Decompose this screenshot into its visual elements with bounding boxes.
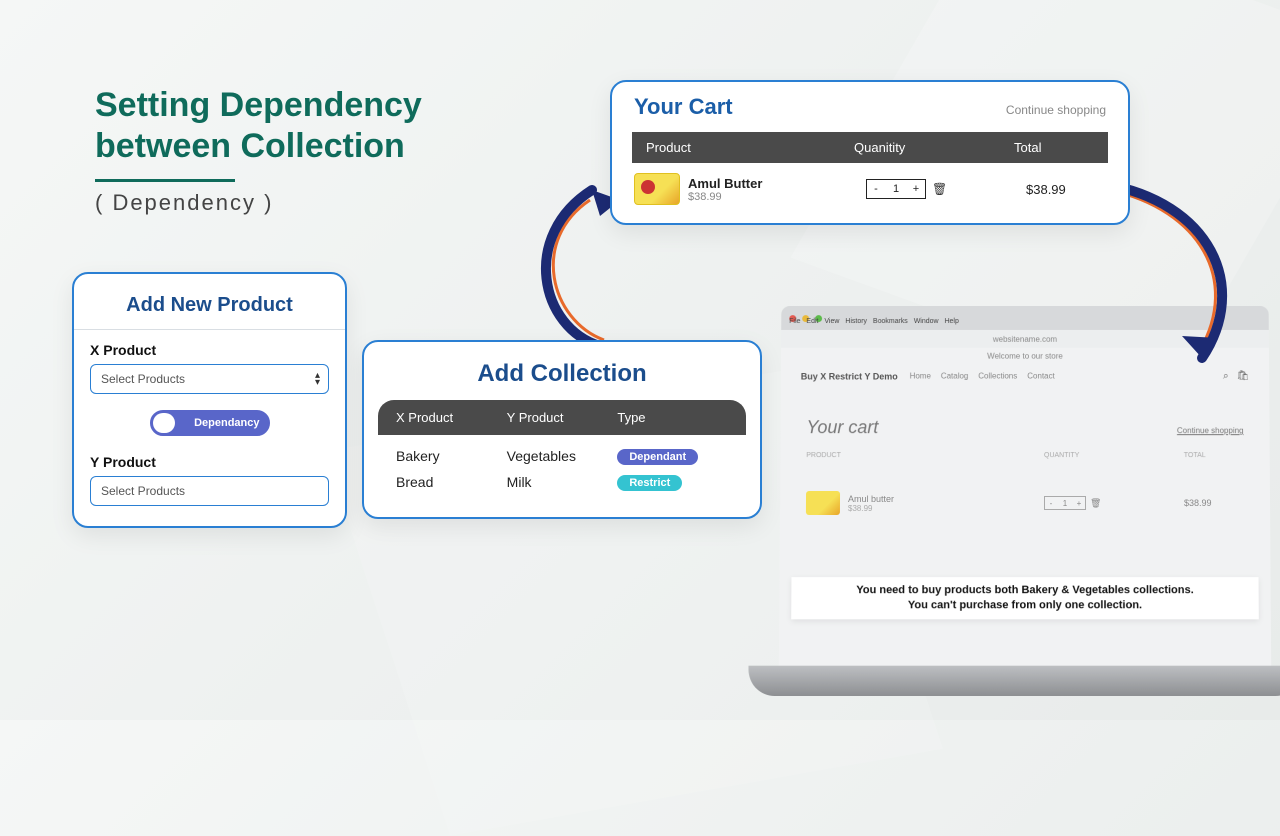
- cart-table-head: Product Quanitity Total: [632, 132, 1108, 163]
- product-thumbnail: [806, 491, 840, 515]
- heading-line1: Setting Dependency: [95, 86, 422, 124]
- qty-decrease-button[interactable]: -: [1045, 499, 1057, 508]
- cart-item-row: Amul Butter $38.99 - 1 + 🗑 $38.99: [632, 163, 1108, 205]
- heading-underline: [95, 179, 235, 182]
- qty-decrease-button[interactable]: -: [867, 183, 885, 195]
- browser-menubar: File Edit View History Bookmarks Window …: [789, 318, 959, 325]
- product-price: $38.99: [688, 191, 866, 203]
- address-text: websitename.com: [993, 334, 1057, 343]
- x-product-placeholder: Select Products: [101, 372, 185, 386]
- your-cart-card: Your Cart Continue shopping Product Quan…: [610, 80, 1130, 225]
- x-product-select[interactable]: Select Products ▴▾: [90, 364, 329, 394]
- y-product-placeholder: Select Products: [101, 484, 185, 498]
- add-new-product-title: Add New Product: [90, 284, 329, 329]
- menu-item: History: [845, 318, 867, 325]
- col-type: Type: [617, 410, 728, 425]
- add-collection-card: Add Collection X Product Y Product Type …: [362, 340, 762, 519]
- cart-page-title: Your cart: [806, 417, 878, 438]
- type-badge-dependant: Dependant: [617, 449, 698, 465]
- collection-table-body: Bakery Vegetables Dependant Bread Milk R…: [378, 435, 746, 503]
- continue-shopping-link[interactable]: Continue shopping: [1177, 426, 1244, 435]
- banner-line2: You can't purchase from only one collect…: [801, 598, 1248, 613]
- cart-table-head: PRODUCT QUANTITY TOTAL: [780, 444, 1270, 465]
- nav-link[interactable]: Contact: [1027, 372, 1054, 381]
- banner-line1: You need to buy products both Bakery & V…: [801, 583, 1248, 598]
- cell-x: Bakery: [396, 448, 507, 464]
- nav-link[interactable]: Collections: [978, 372, 1017, 381]
- menu-item: Edit: [806, 318, 818, 325]
- product-name: Amul butter: [848, 494, 1044, 504]
- menu-item: Help: [945, 318, 959, 325]
- dependency-toggle[interactable]: Dependancy: [150, 410, 270, 436]
- quantity-stepper[interactable]: - 1 +: [1044, 496, 1086, 510]
- heading-subtitle: ( Dependency ): [95, 190, 422, 216]
- toggle-knob: [153, 413, 175, 433]
- col-total: Total: [1014, 140, 1094, 155]
- delete-icon[interactable]: 🗑: [932, 182, 947, 196]
- y-product-label: Y Product: [90, 454, 329, 470]
- table-row: Bakery Vegetables Dependant: [396, 443, 728, 469]
- col-y: Y Product: [507, 410, 618, 425]
- product-thumbnail: [634, 173, 680, 205]
- col-x: X Product: [396, 410, 507, 425]
- qty-value: 1: [1057, 499, 1073, 508]
- menu-item: View: [824, 318, 839, 325]
- menu-item: File: [789, 318, 800, 325]
- qty-increase-button[interactable]: +: [1073, 499, 1085, 508]
- select-updown-icon: ▴▾: [315, 372, 320, 386]
- y-product-select[interactable]: Select Products: [90, 476, 329, 506]
- table-row: Bread Milk Restrict: [396, 469, 728, 495]
- menu-item: Window: [914, 318, 939, 325]
- col-product: PRODUCT: [806, 452, 1044, 459]
- add-new-product-card: Add New Product X Product Select Product…: [72, 272, 347, 528]
- col-product: Product: [646, 140, 854, 155]
- laptop-screen: Welcome to our store Buy X Restrict Y De…: [779, 348, 1271, 666]
- cell-y: Milk: [507, 474, 618, 490]
- x-product-label: X Product: [90, 342, 329, 358]
- heading-line2: between Collection: [95, 127, 405, 165]
- toggle-label: Dependancy: [194, 417, 259, 429]
- product-price: $38.99: [848, 503, 1044, 512]
- collection-table-head: X Product Y Product Type: [378, 400, 746, 435]
- add-collection-title: Add Collection: [378, 350, 746, 400]
- col-total: TOTAL: [1184, 452, 1244, 459]
- continue-shopping-link[interactable]: Continue shopping: [1006, 103, 1106, 117]
- line-total: $38.99: [1026, 182, 1106, 197]
- cart-item-row: Amul butter $38.99 - 1 + 🗑 $38.99: [780, 465, 1270, 515]
- cart-title: Your Cart: [634, 94, 733, 120]
- col-qty: Quanitity: [854, 140, 1014, 155]
- laptop-base: [748, 666, 1280, 696]
- nav-link[interactable]: Catalog: [941, 372, 968, 381]
- qty-value: 1: [885, 183, 907, 195]
- line-total: $38.99: [1184, 498, 1244, 508]
- qty-increase-button[interactable]: +: [907, 183, 925, 195]
- quantity-stepper[interactable]: - 1 +: [866, 179, 926, 199]
- divider: [74, 329, 345, 330]
- type-badge-restrict: Restrict: [617, 475, 682, 491]
- cell-y: Vegetables: [507, 448, 618, 464]
- cell-x: Bread: [396, 474, 507, 490]
- col-qty: QUANTITY: [1044, 452, 1184, 459]
- menu-item: Bookmarks: [873, 318, 908, 325]
- dependency-warning-banner: You need to buy products both Bakery & V…: [791, 577, 1259, 619]
- delete-icon[interactable]: 🗑: [1090, 498, 1101, 509]
- site-brand: Buy X Restrict Y Demo: [801, 371, 898, 381]
- nav-link[interactable]: Home: [910, 372, 931, 381]
- product-name: Amul Butter: [688, 176, 866, 191]
- page-heading: Setting Dependency between Collection ( …: [95, 85, 422, 216]
